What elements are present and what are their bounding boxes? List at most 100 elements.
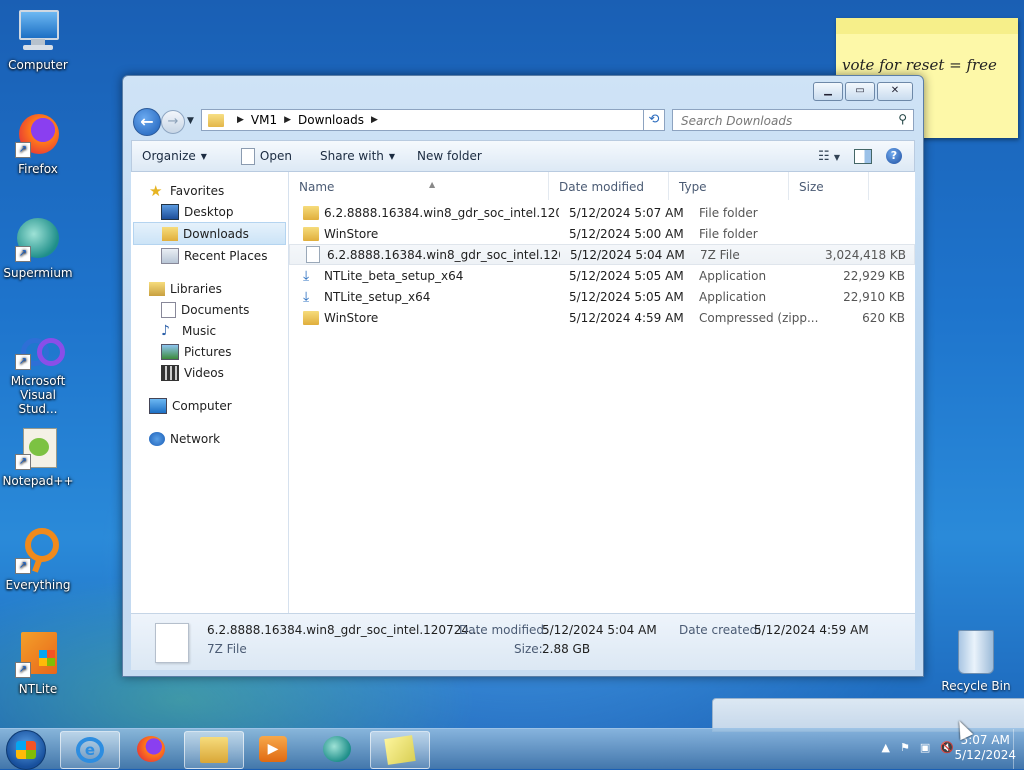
desktop-icon-ntlite[interactable]: ↗ NTLite	[0, 632, 76, 696]
chevron-right-icon[interactable]: ▶	[237, 115, 244, 125]
taskbar-explorer[interactable]	[184, 731, 244, 769]
file-size: 22,910 KB	[843, 289, 905, 304]
file-name: 6.2.8888.16384.win8_gdr_soc_intel.120724…	[324, 205, 559, 220]
file-row[interactable]: WinStore 5/12/2024 4:59 AM Compressed (z…	[289, 307, 915, 328]
file-size: 22,929 KB	[843, 268, 905, 283]
search-icon[interactable]: ⚲	[898, 112, 907, 126]
file-date: 5/12/2024 5:00 AM	[569, 226, 684, 241]
desktop-icon-supermium[interactable]: ↗ Supermium	[0, 216, 76, 280]
column-type[interactable]: Type	[669, 172, 789, 200]
chevron-right-icon[interactable]: ▶	[371, 115, 378, 125]
search-input[interactable]	[679, 111, 888, 131]
details-date-created-label: Date created:	[679, 623, 762, 637]
breadcrumb-downloads[interactable]: Downloads	[298, 113, 364, 127]
sticky-note-text: vote for reset = free	[842, 56, 997, 74]
firefox-icon: ↗	[15, 112, 61, 158]
help-button[interactable]: ?	[886, 148, 902, 164]
action-center-flag-icon[interactable]: ⚑	[900, 741, 910, 754]
change-view-button[interactable]: ☷ ▼	[818, 149, 840, 164]
back-button[interactable]: ←	[133, 108, 161, 136]
file-name: NTLite_beta_setup_x64	[324, 268, 464, 283]
chevron-right-icon[interactable]: ▶	[284, 115, 291, 125]
details-size: 2.88 GB	[542, 642, 591, 656]
nav-computer[interactable]: Computer	[131, 395, 288, 416]
column-size[interactable]: Size	[789, 172, 869, 200]
desktop-icon-visual-studio[interactable]: ↗ Microsoft Visual Stud...	[0, 330, 76, 416]
search-box[interactable]: ⚲	[672, 109, 914, 131]
share-with-label: Share with	[319, 149, 384, 163]
file-icon	[240, 147, 255, 165]
taskbar: e ▶ ▲ ⚑ ▣ 🔇 5:07 AM 5/12/2024	[0, 728, 1024, 770]
shortcut-arrow-icon: ↗	[15, 662, 31, 678]
new-folder-button[interactable]: New folder	[405, 149, 492, 163]
file-date: 5/12/2024 5:04 AM	[570, 247, 685, 262]
column-date-modified[interactable]: Date modified	[549, 172, 669, 200]
nav-pictures[interactable]: Pictures	[131, 341, 288, 362]
network-icon[interactable]: ▣	[920, 741, 930, 754]
file-date: 5/12/2024 4:59 AM	[569, 310, 684, 325]
nav-libraries[interactable]: Libraries	[131, 278, 288, 299]
desktop-icon-label: NTLite	[18, 682, 58, 696]
recent-pages-dropdown[interactable]: ▼	[187, 116, 194, 126]
desktop-icon-label: Notepad++	[2, 474, 74, 488]
volume-muted-icon[interactable]: 🔇	[940, 741, 954, 754]
media-player-icon: ▶	[259, 736, 287, 762]
desktop-icon-notepad-plus-plus[interactable]: ↗ Notepad++	[0, 424, 76, 488]
start-button[interactable]	[6, 730, 46, 770]
chevron-down-icon: ▼	[200, 151, 207, 161]
maximize-button[interactable]: ▭	[845, 82, 875, 101]
nav-label: Computer	[172, 398, 232, 413]
desktop-icon-firefox[interactable]: ↗ Firefox	[0, 112, 76, 176]
details-date-created: 5/12/2024 4:59 AM	[754, 623, 869, 637]
file-row-selected[interactable]: 6.2.8888.16384.win8_gdr_soc_intel.120724…	[289, 244, 915, 265]
taskbar-sticky-notes[interactable]	[370, 731, 430, 769]
file-type: File folder	[699, 226, 758, 241]
nav-videos[interactable]: Videos	[131, 362, 288, 383]
shortcut-arrow-icon: ↗	[15, 246, 31, 262]
nav-label: Pictures	[184, 344, 232, 359]
taskbar-supermium[interactable]	[308, 731, 366, 767]
nav-recent-places[interactable]: Recent Places	[131, 245, 288, 266]
nav-label: Downloads	[183, 226, 249, 241]
preview-pane-button[interactable]	[854, 148, 872, 164]
everything-icon: ↗	[15, 528, 61, 574]
taskbar-firefox[interactable]	[122, 731, 180, 767]
taskbar-internet-explorer[interactable]: e	[60, 731, 120, 769]
taskbar-media-player[interactable]: ▶	[244, 731, 302, 767]
desktop-icon-recycle-bin[interactable]: Recycle Bin	[940, 630, 1012, 693]
folder-icon	[200, 737, 228, 763]
details-pane: 6.2.8888.16384.win8_gdr_soc_intel.120724…	[131, 613, 915, 670]
breadcrumb-vm1[interactable]: VM1	[251, 113, 277, 127]
nav-desktop[interactable]: Desktop	[131, 201, 288, 222]
nav-documents[interactable]: Documents	[131, 299, 288, 320]
details-filetype: 7Z File	[207, 642, 247, 656]
nav-music[interactable]: ♪ Music	[131, 320, 288, 341]
organize-button[interactable]: Organize ▼	[132, 149, 217, 163]
nav-favorites[interactable]: ★ Favorites	[131, 180, 288, 201]
nav-downloads[interactable]: Downloads	[133, 222, 286, 245]
column-name[interactable]: ▲ Name	[289, 172, 549, 200]
show-hidden-icons-icon[interactable]: ▲	[882, 741, 890, 754]
libraries-icon	[149, 281, 165, 296]
file-row[interactable]: ⤓ NTLite_beta_setup_x64 5/12/2024 5:05 AM…	[289, 265, 915, 286]
desktop-icon-computer[interactable]: Computer	[0, 8, 76, 72]
sticky-notes-icon	[384, 735, 416, 765]
file-row[interactable]: 6.2.8888.16384.win8_gdr_soc_intel.120724…	[289, 202, 915, 223]
nav-label: Recent Places	[184, 248, 268, 263]
desktop-icon-everything[interactable]: ↗ Everything	[0, 528, 76, 592]
refresh-button[interactable]: ⟲	[643, 109, 665, 131]
file-row[interactable]: WinStore 5/12/2024 5:00 AM File folder	[289, 223, 915, 244]
file-name: 6.2.8888.16384.win8_gdr_soc_intel.120724…	[327, 247, 560, 262]
show-desktop-button[interactable]	[1013, 729, 1024, 769]
open-button[interactable]: Open	[217, 147, 302, 165]
nav-network[interactable]: Network	[131, 428, 288, 449]
desktop-icon-label: Supermium	[3, 266, 73, 280]
recent-places-icon	[161, 247, 179, 264]
close-button[interactable]: ✕	[877, 82, 913, 101]
address-bar[interactable]: ▶ VM1 ▶ Downloads ▶ ▼	[201, 109, 664, 131]
forward-button[interactable]: →	[161, 110, 185, 134]
minimize-button[interactable]: ▁	[813, 82, 843, 101]
nav-label: Music	[182, 323, 217, 338]
share-with-button[interactable]: Share with ▼	[302, 149, 405, 163]
file-row[interactable]: ⤓ NTLite_setup_x64 5/12/2024 5:05 AM Appl…	[289, 286, 915, 307]
